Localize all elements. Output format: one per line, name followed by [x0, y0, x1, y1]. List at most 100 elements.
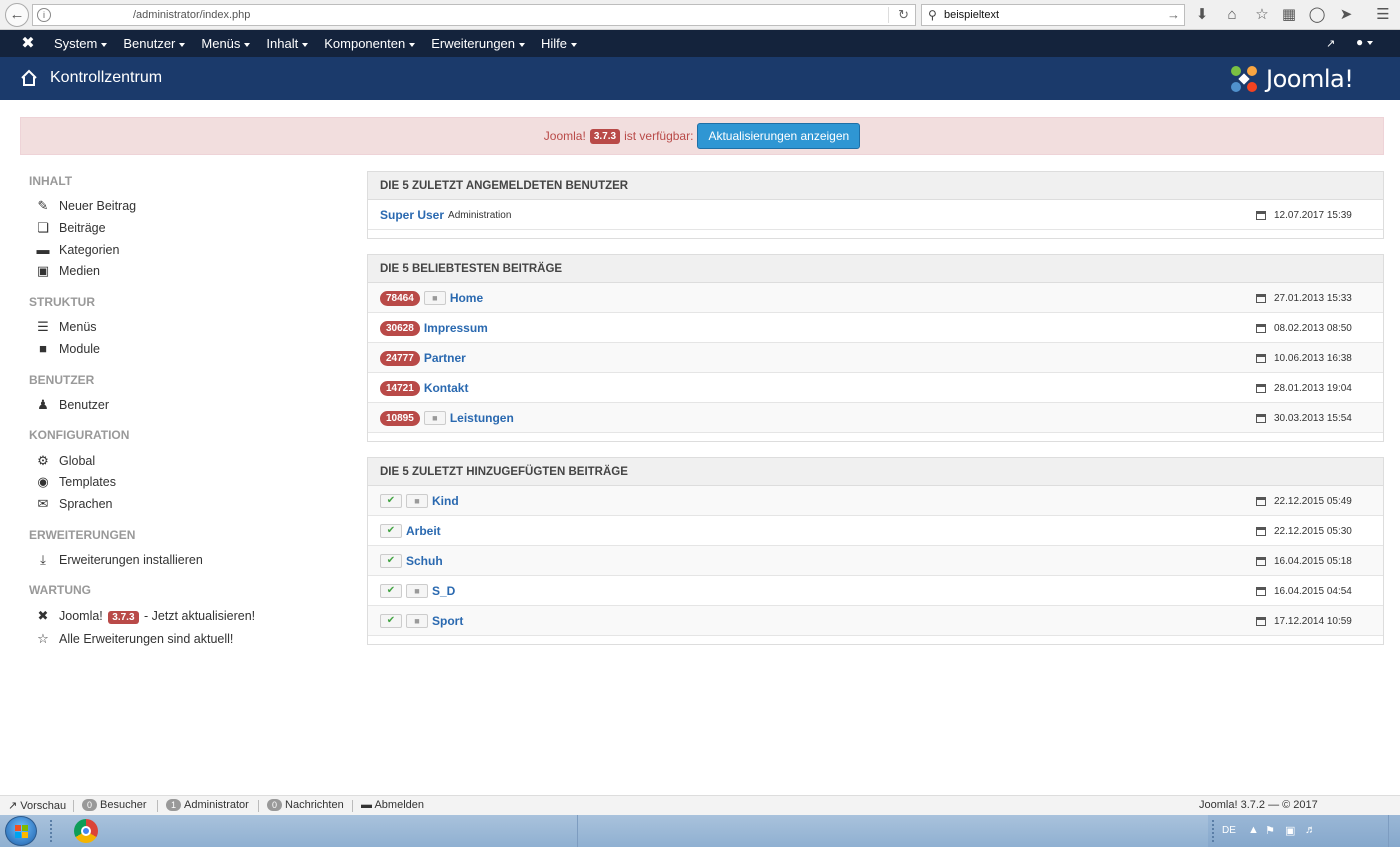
sidebar-item-label: Erweiterungen installieren — [59, 553, 203, 567]
tray-expand-icon[interactable]: ▲ — [1248, 824, 1259, 836]
home-icon[interactable]: ⌂ — [1223, 6, 1241, 24]
sidebar-item-medien[interactable]: ▣ Medien — [35, 263, 100, 279]
joomla-logo-icon[interactable]: ✖ — [18, 34, 38, 54]
user-client: Administration — [448, 209, 512, 221]
list-icon: ☰ — [37, 319, 49, 334]
logout-link[interactable]: ▬ Abmelden — [361, 799, 424, 811]
sidebar-item-global[interactable]: ⚙ Global — [35, 453, 95, 469]
update-alert: Joomla! 3.7.3 ist verfügbar: Aktualisier… — [20, 117, 1384, 155]
published-check-icon[interactable]: ✔ — [380, 524, 402, 538]
calendar-icon — [1256, 293, 1266, 303]
lock-icon[interactable]: ■ — [423, 291, 446, 305]
download-icon: ⤓ — [40, 552, 46, 567]
send-icon[interactable]: ➤ — [1337, 6, 1355, 24]
menu-label: Inhalt — [266, 36, 299, 51]
pocket-icon[interactable]: ◯ — [1308, 6, 1326, 24]
sidebar-item-menues[interactable]: ☰ Menüs — [35, 319, 97, 335]
article-link[interactable]: S_D — [432, 584, 455, 598]
language-indicator[interactable]: DE — [1222, 825, 1236, 836]
reload-icon[interactable]: ↻ — [898, 7, 909, 23]
admin-navbar: ✖ System Benutzer Menüs Inhalt Komponent… — [0, 30, 1400, 57]
network-icon[interactable]: ▣ — [1285, 824, 1295, 837]
visitors-status[interactable]: 0 Besucher — [82, 799, 147, 811]
admins-status[interactable]: 1 Administrator — [166, 799, 249, 811]
sidebar-item-beitraege[interactable]: ❏ Beiträge — [35, 220, 106, 236]
caret-down-icon — [409, 42, 416, 47]
url-divider — [888, 7, 889, 23]
sidebar-item-templates[interactable]: ◉ Templates — [35, 474, 116, 490]
user-link[interactable]: Super User — [380, 208, 444, 222]
back-icon[interactable]: ← — [5, 3, 29, 27]
menu-system[interactable]: System — [46, 30, 115, 57]
show-updates-button[interactable]: Aktualisierungen anzeigen — [697, 123, 861, 149]
sidebar-item-extensions-uptodate[interactable]: ☆ Alle Erweiterungen sind aktuell! — [35, 631, 233, 647]
sidebar-item-label: Sprachen — [59, 497, 113, 511]
sidebar-item-label: Beiträge — [59, 221, 106, 235]
address-bar[interactable]: i /administrator/index.php ↻ — [32, 4, 916, 26]
home-icon — [21, 69, 37, 86]
calendar-icon — [1256, 210, 1266, 220]
sidebar-item-label: Menüs — [59, 320, 97, 334]
sidebar-item-label: Alle Erweiterungen sind aktuell! — [59, 632, 234, 646]
hamburger-menu-icon[interactable]: ☰ — [1374, 6, 1392, 24]
article-link[interactable]: Kind — [432, 494, 459, 508]
row-date: 28.01.2013 19:04 — [1274, 382, 1352, 394]
article-link[interactable]: Schuh — [406, 554, 443, 568]
sidebar-item-neuer-beitrag[interactable]: ✎ Neuer Beitrag — [35, 198, 137, 214]
download-icon[interactable]: ⬇ — [1193, 6, 1211, 24]
published-check-icon[interactable]: ✔ — [380, 614, 402, 628]
sidebar-item-module[interactable]: ■ Module — [35, 341, 100, 356]
sidebar-item-sprachen[interactable]: ✉ Sprachen — [35, 496, 113, 512]
menu-menues[interactable]: Menüs — [193, 30, 258, 57]
article-link[interactable]: Leistungen — [450, 411, 514, 425]
taskbar-grip[interactable] — [50, 820, 54, 842]
article-link[interactable]: Impressum — [424, 321, 488, 335]
cube-icon: ■ — [39, 341, 47, 356]
sidebar-item-label: Benutzer — [59, 398, 110, 412]
info-icon[interactable]: i — [37, 8, 51, 22]
preview-link[interactable]: ↗ Vorschau — [8, 799, 66, 812]
library-icon[interactable]: ▦ — [1280, 6, 1298, 24]
search-go-icon[interactable]: → — [1167, 7, 1180, 22]
sidebar-item-erweiterungen-installieren[interactable]: ⤓ Erweiterungen installieren — [35, 552, 203, 568]
sidebar-item-kategorien[interactable]: ▬ Kategorien — [35, 242, 120, 257]
article-link[interactable]: Kontakt — [424, 381, 469, 395]
calendar-icon — [1256, 413, 1266, 423]
messages-status[interactable]: 0 Nachrichten — [267, 799, 344, 811]
user-menu[interactable]: ● — [1356, 35, 1374, 49]
search-input[interactable]: ⚲ beispieltext → — [921, 4, 1185, 26]
tray-grip[interactable] — [1212, 820, 1216, 842]
lock-icon[interactable]: ■ — [406, 494, 428, 508]
article-link[interactable]: Sport — [432, 614, 463, 628]
menu-inhalt[interactable]: Inhalt — [258, 30, 316, 57]
article-link[interactable]: Arbeit — [406, 524, 441, 538]
url-text: /administrator/index.php — [133, 9, 251, 21]
volume-icon[interactable]: ♬ — [1305, 824, 1316, 836]
published-check-icon[interactable]: ✔ — [380, 584, 402, 598]
menu-komponenten[interactable]: Komponenten — [316, 30, 423, 57]
bookmark-star-icon[interactable]: ☆ — [1253, 6, 1271, 24]
lock-icon[interactable]: ■ — [406, 614, 428, 628]
hits-badge: 14721 — [380, 380, 420, 396]
lock-icon[interactable]: ■ — [406, 584, 428, 598]
logged-in-users-panel: DIE 5 ZULETZT ANGEMELDETEN BENUTZER Supe… — [367, 171, 1384, 239]
sidebar-item-benutzer[interactable]: ♟ Benutzer — [35, 397, 109, 413]
show-desktop-button[interactable] — [1388, 815, 1400, 847]
lock-icon[interactable]: ■ — [423, 411, 446, 425]
menu-erweiterungen[interactable]: Erweiterungen — [423, 30, 533, 57]
published-check-icon[interactable]: ✔ — [380, 494, 402, 508]
chrome-icon[interactable] — [74, 819, 98, 843]
article-link[interactable]: Home — [450, 291, 483, 305]
menu-label: Hilfe — [541, 36, 568, 51]
article-link[interactable]: Partner — [424, 351, 466, 365]
external-link-icon[interactable]: ↗ — [1326, 37, 1335, 50]
menu-label: Benutzer — [123, 36, 176, 51]
start-button[interactable] — [5, 816, 37, 846]
menu-label: Menüs — [201, 36, 241, 51]
image-icon: ▣ — [36, 263, 50, 278]
flag-icon[interactable]: ⚑ — [1265, 824, 1275, 837]
menu-hilfe[interactable]: Hilfe — [533, 30, 585, 57]
sidebar-item-joomla-update[interactable]: ✖ Joomla! 3.7.3 - Jetzt aktualisieren! — [35, 608, 255, 624]
published-check-icon[interactable]: ✔ — [380, 554, 402, 568]
menu-benutzer[interactable]: Benutzer — [115, 30, 193, 57]
